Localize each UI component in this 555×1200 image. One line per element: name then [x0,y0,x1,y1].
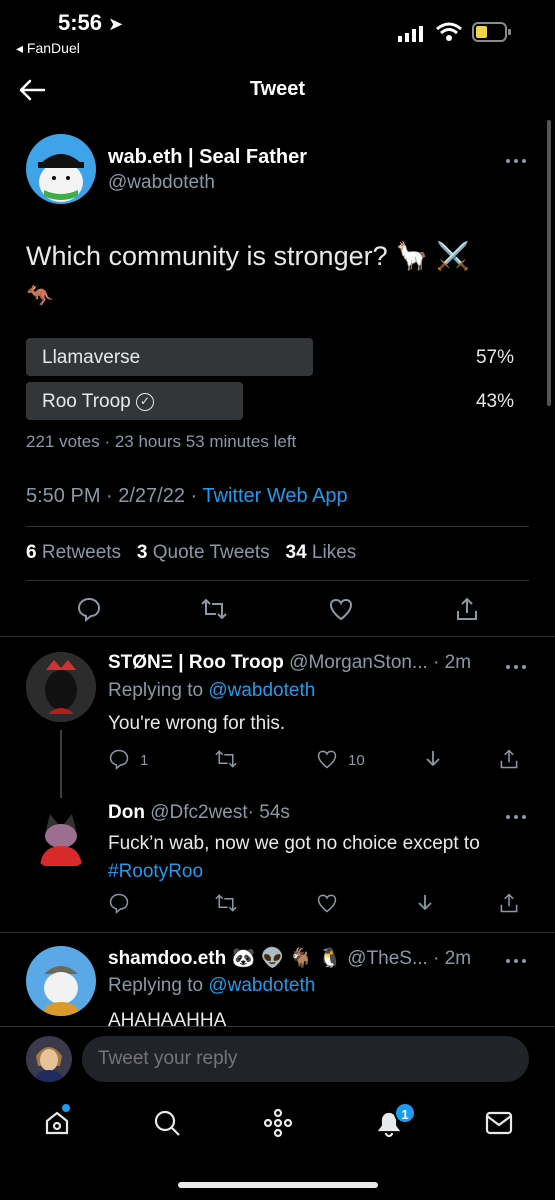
poll-option-percent: 43% [475,391,514,412]
messages-icon[interactable] [484,1110,514,1136]
battery-icon [472,22,512,42]
reply-icon[interactable] [108,892,130,914]
divider [26,526,529,527]
poll: Llamaverse 57% Roo Troop ✓ 43% [26,338,526,424]
like-icon[interactable] [316,748,338,770]
tweet-text: Which community is stronger? 🦙 ⚔️ 🦘 [26,241,470,308]
reply-time: · 54s [247,802,290,823]
replying-to: Replying to @wabdoteth [108,680,316,701]
poll-meta: 221 votes · 23 hours 53 minutes left [26,432,297,451]
divider [0,932,555,933]
more-options-icon[interactable] [504,152,528,163]
share-icon[interactable] [454,596,480,622]
download-icon[interactable] [414,892,436,914]
author-avatar[interactable] [26,134,96,204]
retweet-icon[interactable] [214,748,238,770]
page-title: Tweet [249,78,306,100]
tweet-timestamp: 5:50 PM · 2/27/22 · Twitter Web App [26,485,348,507]
retweet-icon[interactable] [200,596,228,622]
like-icon[interactable] [316,892,338,914]
signal-icon [398,26,424,42]
tweet-stats: 6 Retweets 3 Quote Tweets 34 Likes [26,542,356,564]
reply-input[interactable] [82,1036,529,1082]
reply-author-handle[interactable]: @Dfc2west [150,802,247,823]
home-indicator [178,1182,378,1188]
reply-header: STØNΞ | Roo Troop @MorganSton... · 2m [108,652,471,674]
share-icon[interactable] [498,748,520,770]
more-options-icon[interactable] [504,658,528,669]
reply-text: You're wrong for this. [108,713,286,734]
reply-avatar[interactable] [26,800,96,870]
home-icon[interactable] [42,1104,72,1138]
reply-author-name[interactable]: shamdoo.eth 🐼 👽 🐐 🐧 [108,948,342,969]
retweets-stat[interactable]: 6 Retweets [26,542,121,563]
like-count: 10 [348,752,365,769]
tweet-source-link[interactable]: Twitter Web App [202,485,347,507]
retweet-icon[interactable] [214,892,238,914]
thread-line [60,730,62,798]
like-icon[interactable] [328,596,354,622]
reply-text-clip: AHAHAAHHA [108,1006,528,1026]
hashtag-link[interactable]: #RootyRoo [108,858,538,886]
more-options-icon[interactable] [504,952,528,963]
poll-option-label: Llamaverse [42,347,141,368]
replying-to-link[interactable]: @wabdoteth [208,975,315,996]
more-options-icon[interactable] [504,808,528,819]
back-to-app-link[interactable]: ◂ FanDuel [16,40,80,57]
scrollbar[interactable] [547,120,551,406]
divider [0,636,555,637]
reply-time: · 2m [433,652,472,673]
home-unread-dot [62,1104,70,1112]
poll-option-label: Roo Troop ✓ [42,391,155,413]
reply-header: shamdoo.eth 🐼 👽 🐐 🐧 @TheS... · 2m [108,946,471,970]
likes-stat[interactable]: 34 Likes [286,542,357,563]
poll-option-percent: 57% [475,347,514,368]
status-time: 5:56 ➤ [58,10,124,35]
wifi-icon [436,22,462,42]
reply-avatar[interactable] [26,652,96,722]
reply-author-name[interactable]: STØNΞ | Roo Troop [108,652,284,673]
user-avatar[interactable] [26,1036,72,1082]
reply-icon[interactable] [76,596,102,623]
author-handle[interactable]: @wabdoteth [108,172,215,194]
share-icon[interactable] [498,892,520,914]
download-icon[interactable] [422,748,444,770]
reply-time: · 2m [433,948,472,969]
reply-count: 1 [140,752,149,769]
divider [26,580,529,581]
reply-author-name[interactable]: Don [108,802,145,823]
reply-avatar[interactable] [26,946,96,1016]
quote-tweets-stat[interactable]: 3 Quote Tweets [137,542,270,563]
reply-icon[interactable] [108,748,130,770]
replying-to-link[interactable]: @wabdoteth [208,680,315,701]
check-circle-icon: ✓ [136,392,155,411]
search-icon[interactable] [152,1108,182,1138]
reply-author-handle[interactable]: @TheS... [347,948,428,969]
reply-text: Fuck’n wab, now we got no choice except … [108,830,538,886]
replying-to: Replying to @wabdoteth [108,975,316,996]
reply-author-handle[interactable]: @MorganSton... [289,652,428,673]
reply-text: AHAHAAHHA [108,1010,227,1026]
reply-header: Don @Dfc2west· 54s [108,802,290,824]
author-name[interactable]: wab.eth | Seal Father [108,146,307,169]
notification-badge: 1 [394,1102,416,1124]
spaces-icon[interactable] [262,1108,294,1138]
